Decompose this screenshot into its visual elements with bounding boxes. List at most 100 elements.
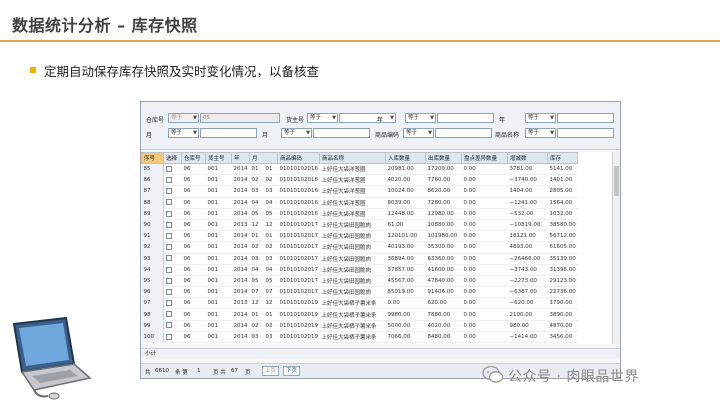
row-checkbox[interactable] — [166, 210, 172, 217]
table-row[interactable]: 90 06 001 2013 12 12 01010102017 上好佳大袋田园脆肉 61.00… — [141, 219, 578, 232]
filter-op-year1[interactable]: 等于 ▼ — [405, 113, 436, 123]
table-cell: 06 — [181, 163, 206, 176]
col-header-stock[interactable]: 库存 — [547, 152, 578, 164]
table-row[interactable]: 89 06 001 2014 05 05 01010102016 上好佳大袋洋葱圈 12448.… — [141, 208, 578, 220]
row-checkbox[interactable] — [166, 165, 172, 172]
col-header-change[interactable]: 增减数 — [507, 152, 548, 164]
table-row[interactable]: 98 06 001 2014 01 01 01010102019 上好佳大袋栖子薯米条 9980… — [141, 308, 578, 321]
table-cell: 001 — [205, 320, 232, 332]
row-select-cell[interactable] — [163, 208, 182, 220]
table-cell: 7760.00 — [425, 174, 462, 187]
row-checkbox[interactable] — [166, 311, 172, 318]
row-checkbox[interactable] — [166, 244, 172, 251]
pager-total: 6610 — [155, 368, 169, 374]
subtotal-row: 小计 — [141, 348, 620, 359]
table-cell: 03 — [263, 185, 278, 198]
prev-page-button[interactable]: 上页 — [262, 366, 280, 376]
table-cell: 1790.00 — [547, 297, 578, 310]
filter-value-month1[interactable] — [200, 128, 257, 138]
col-header-out-qty[interactable]: 出库数量 — [425, 152, 462, 164]
table-row[interactable]: 88 06 001 2014 04 04 01010102016 上好佳大袋洋葱圈 6039.0… — [141, 197, 578, 209]
row-checkbox[interactable] — [166, 221, 172, 228]
vertical-scrollbar[interactable] — [612, 152, 620, 344]
filter-value-product-name[interactable] — [557, 128, 614, 138]
filter-value-warehouse[interactable]: 05 — [200, 113, 280, 123]
table-row[interactable]: 94 06 001 2014 04 04 01010102017 上好佳大袋田园脆肉 37857… — [141, 264, 578, 276]
row-select-cell[interactable] — [163, 197, 182, 209]
filter-value-year2[interactable] — [557, 113, 614, 123]
filter-op-product-code[interactable]: 等于 ▼ — [403, 128, 434, 138]
filter-op-year2[interactable]: 等于 ▼ — [525, 113, 556, 123]
row-checkbox[interactable] — [166, 266, 172, 273]
row-select-cell[interactable] — [163, 297, 182, 310]
row-checkbox[interactable] — [166, 255, 172, 262]
row-select-cell[interactable] — [163, 174, 182, 187]
row-select-cell[interactable] — [163, 241, 182, 254]
filter-value-owner[interactable]: ▼ — [339, 113, 396, 123]
row-select-cell[interactable] — [163, 320, 182, 332]
row-select-cell[interactable] — [163, 331, 182, 344]
table-row[interactable]: 92 06 001 2014 02 02 01010102017 上好佳大袋田园脆肉 40193… — [141, 241, 578, 254]
table-cell: 02 — [249, 241, 264, 254]
filter-value-month2[interactable] — [313, 128, 370, 138]
row-checkbox[interactable] — [166, 300, 172, 307]
table-cell: 3890.00 — [547, 308, 578, 321]
col-header-product-name[interactable]: 商品名称 — [319, 152, 386, 164]
row-checkbox[interactable] — [166, 277, 172, 284]
table-row[interactable]: 100 06 001 2014 03 03 01010102019 上好佳大袋栖子薯米条 706… — [141, 331, 578, 344]
table-row[interactable]: 85 06 001 2014 01 01 01010102016 上好佳大袋洋葱圈 20981.… — [141, 163, 578, 176]
row-checkbox[interactable] — [166, 232, 172, 239]
row-select-cell[interactable] — [163, 185, 182, 198]
table-row[interactable]: 99 06 001 2014 02 02 01010102019 上好佳大袋栖子薯米条 5000… — [141, 320, 578, 332]
row-select-cell[interactable] — [163, 275, 182, 288]
table-row[interactable]: 87 06 001 2014 03 03 01010102016 上好佳大袋洋葱圈 10024.… — [141, 185, 578, 198]
col-header-owner[interactable]: 货主号 — [205, 152, 232, 164]
table-cell: 4870.00 — [547, 320, 578, 332]
table-cell: 2014 — [231, 275, 250, 288]
col-header-diff-qty[interactable]: 盘点差异数量 — [461, 152, 508, 164]
table-row[interactable]: 96 06 001 2014 07 07 01010102017 上好佳大袋田园脆肉 85019… — [141, 286, 578, 299]
table-cell: 02 — [249, 174, 264, 187]
filter-op-month1[interactable]: 等于 ▼ — [168, 128, 199, 138]
filter-label-year2: 年 — [499, 117, 506, 124]
filter-value-product-code[interactable] — [435, 128, 492, 138]
row-select-cell[interactable] — [163, 219, 182, 232]
col-header-year[interactable]: 年 — [231, 152, 250, 164]
filter-op-owner[interactable]: 等于 ▼ — [307, 113, 338, 123]
table-row[interactable]: 86 06 001 2014 02 02 01010102016 上好佳大袋洋葱圈 4020.0… — [141, 174, 578, 187]
row-select-cell[interactable] — [163, 230, 182, 243]
row-select-cell[interactable] — [163, 286, 182, 299]
scrollbar-thumb[interactable] — [614, 166, 619, 196]
filter-op-month2[interactable]: 等于 ▼ — [281, 128, 312, 138]
filter-op-product-name[interactable]: 等于 ▼ — [525, 128, 556, 138]
col-header-in-qty[interactable]: 入库数量 — [385, 152, 426, 164]
table-row[interactable]: 97 06 001 2013 12 12 01010102019 上好佳大袋栖子薯米条 0.00… — [141, 297, 578, 310]
col-header-select[interactable]: 选择 — [163, 152, 182, 164]
table-row[interactable]: 91 06 001 2014 01 01 01010102017 上好佳大袋田园脆肉 12010… — [141, 230, 578, 243]
table-cell: 4893.00 — [507, 241, 548, 254]
table-row[interactable]: 95 06 001 2014 05 05 01010102017 上好佳大袋田园脆肉 45567… — [141, 275, 578, 288]
table-cell: 61.00 — [385, 219, 426, 232]
row-select-cell[interactable] — [163, 253, 182, 265]
col-header-warehouse[interactable]: 仓库号 — [181, 152, 206, 164]
next-page-button[interactable]: 下页 — [283, 366, 301, 376]
row-checkbox[interactable] — [166, 177, 172, 184]
col-header-index[interactable]: 序号 — [141, 152, 164, 164]
row-checkbox[interactable] — [166, 288, 172, 295]
col-header-product-code[interactable]: 商品编码 — [277, 152, 320, 164]
row-checkbox[interactable] — [166, 199, 172, 206]
row-checkbox[interactable] — [166, 322, 172, 329]
row-select-cell[interactable] — [163, 308, 182, 321]
table-row[interactable]: 93 06 001 2014 03 03 01010102017 上好佳大袋田园脆肉 36894… — [141, 253, 578, 265]
filter-op-warehouse[interactable]: 等于 ▼ — [168, 113, 199, 123]
table-cell: 上好佳大袋田园脆肉 — [319, 253, 386, 265]
row-select-cell[interactable] — [163, 264, 182, 276]
filter-value-year1[interactable] — [437, 113, 494, 123]
bullet-marker — [30, 67, 36, 73]
row-select-cell[interactable] — [163, 163, 182, 176]
row-number: 92 — [141, 241, 164, 254]
row-checkbox[interactable] — [166, 333, 172, 340]
col-header-month[interactable]: 月 — [249, 152, 278, 164]
row-checkbox[interactable] — [166, 188, 172, 195]
table-cell: 1401.00 — [547, 174, 578, 187]
